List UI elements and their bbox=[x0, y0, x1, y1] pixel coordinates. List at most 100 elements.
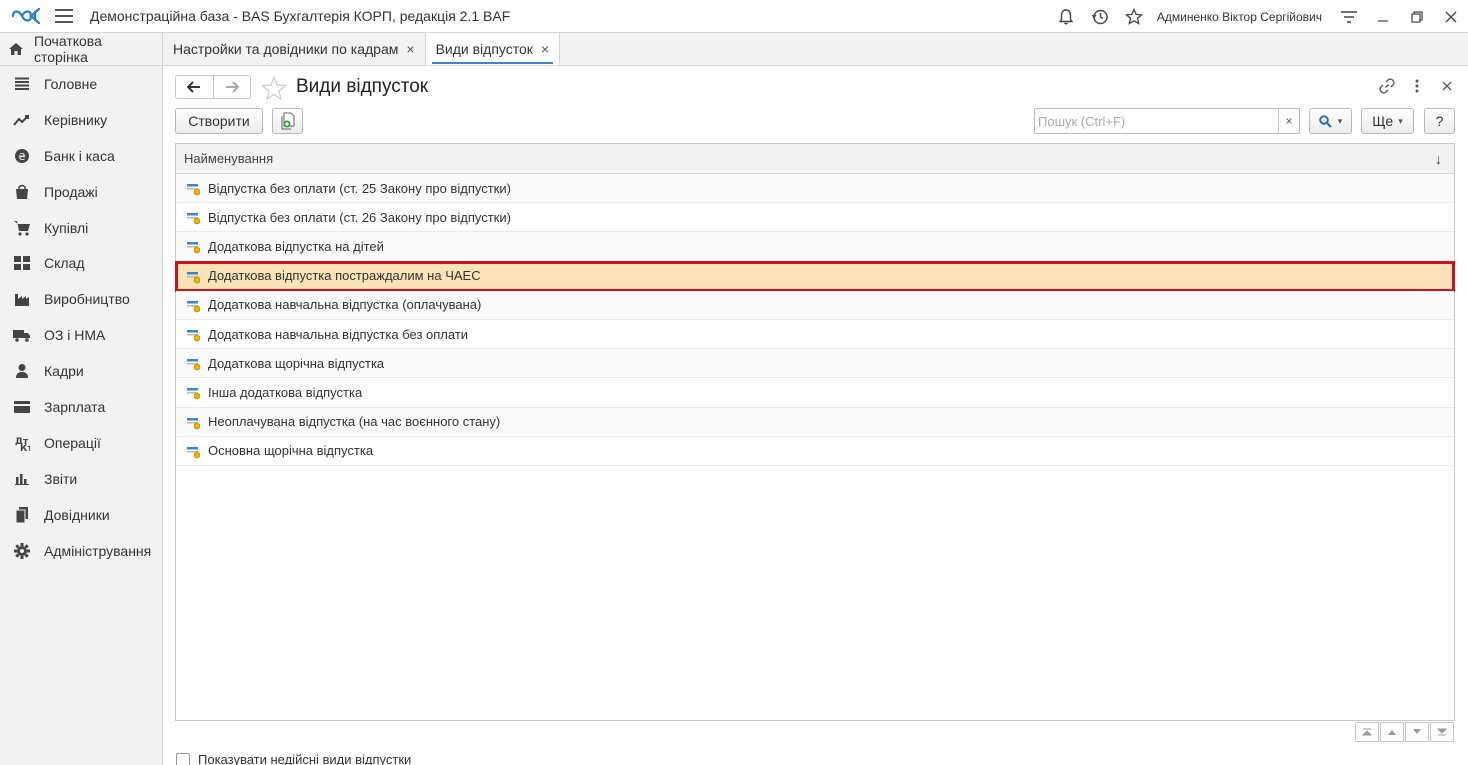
sidebar-item-hr[interactable]: Кадри bbox=[0, 353, 162, 389]
row-name: Відпустка без оплати (ст. 26 Закону про … bbox=[208, 209, 511, 225]
table-row[interactable]: Додаткова щорічна відпустка bbox=[176, 349, 1454, 379]
main-menu-icon[interactable] bbox=[55, 9, 73, 23]
minimize-icon[interactable] bbox=[1366, 0, 1400, 33]
table-row[interactable]: Додаткова навчальна відпустка без оплати bbox=[176, 320, 1454, 350]
tab-label: Настройки та довідники по кадрам bbox=[173, 41, 399, 57]
catalog-item-icon bbox=[187, 417, 201, 429]
catalog-item-icon bbox=[187, 330, 201, 342]
tab-label: Початкова сторінка bbox=[34, 33, 102, 65]
bell-icon[interactable] bbox=[1055, 6, 1077, 28]
search-button[interactable]: ▾ bbox=[1309, 108, 1352, 134]
sidebar-item-label: Адміністрування bbox=[44, 542, 152, 559]
more-actions-icon[interactable] bbox=[1404, 75, 1430, 97]
tab-home[interactable]: Початкова сторінка bbox=[0, 33, 163, 65]
gear-icon bbox=[13, 542, 31, 560]
close-tab-icon[interactable]: × bbox=[406, 41, 414, 57]
table-row[interactable]: Додаткова відпустка на дітей bbox=[176, 232, 1454, 262]
factory-icon bbox=[13, 290, 31, 308]
link-icon[interactable] bbox=[1374, 75, 1400, 97]
sidebar-item-administration[interactable]: Адміністрування bbox=[0, 533, 162, 569]
sidebar-item-warehouse[interactable]: Склад bbox=[0, 245, 162, 281]
sidebar-item-label: Купівлі bbox=[44, 219, 89, 236]
sidebar-item-manager[interactable]: Керівнику bbox=[0, 102, 162, 138]
row-name: Відпустка без оплати (ст. 25 Закону про … bbox=[208, 180, 511, 196]
tabs-bar: Початкова сторінка Настройки та довідник… bbox=[0, 33, 1468, 66]
tab-hr-settings[interactable]: Настройки та довідники по кадрам × bbox=[163, 33, 426, 65]
bas-logo-icon[interactable] bbox=[11, 6, 41, 26]
table-body: Відпустка без оплати (ст. 25 Закону про … bbox=[175, 174, 1455, 466]
svg-text:₴: ₴ bbox=[18, 152, 26, 163]
close-form-icon[interactable] bbox=[1434, 75, 1460, 97]
sidebar: Головне Керівнику ₴ Банк і каса Продажі … bbox=[0, 66, 163, 765]
show-invalid-label[interactable]: Показувати недійсні види відпустки bbox=[198, 752, 411, 765]
scroll-to-top-button[interactable] bbox=[1355, 722, 1379, 742]
sidebar-item-label: Довідники bbox=[44, 506, 110, 523]
clear-search-button[interactable]: × bbox=[1278, 109, 1299, 133]
sidebar-item-purchases[interactable]: Купівлі bbox=[0, 210, 162, 246]
help-button[interactable]: ? bbox=[1424, 108, 1455, 134]
table-row[interactable]: Інша додаткова відпустка bbox=[176, 378, 1454, 408]
sidebar-item-production[interactable]: Виробництво bbox=[0, 281, 162, 317]
show-invalid-checkbox[interactable] bbox=[176, 752, 190, 765]
sidebar-item-reports[interactable]: Звіти bbox=[0, 461, 162, 497]
settings-menu-icon[interactable] bbox=[1338, 6, 1360, 28]
operations-icon: Дт Кт bbox=[13, 434, 31, 452]
row-name: Інша додаткова відпустка bbox=[208, 384, 363, 400]
restore-icon[interactable] bbox=[1400, 0, 1434, 33]
close-tab-icon[interactable]: × bbox=[541, 41, 549, 57]
row-name: Додаткова навчальна відпустка (оплачуван… bbox=[208, 297, 482, 313]
table-row[interactable]: Додаткова навчальна відпустка (оплачуван… bbox=[176, 290, 1454, 320]
sidebar-item-operations[interactable]: Дт Кт Операції bbox=[0, 425, 162, 461]
scroll-to-bottom-button[interactable] bbox=[1430, 722, 1454, 742]
grid-icon bbox=[13, 254, 31, 272]
page-title: Види відпусток bbox=[296, 76, 429, 97]
search-input[interactable] bbox=[1035, 109, 1278, 133]
copy-button[interactable] bbox=[272, 108, 303, 134]
app-title: Демонстраційна база - BAS Бухгалтерія КО… bbox=[90, 8, 511, 24]
scroll-top-icon bbox=[1362, 728, 1372, 736]
sidebar-item-label: Головне bbox=[44, 75, 98, 92]
table-row[interactable]: Відпустка без оплати (ст. 25 Закону про … bbox=[176, 174, 1454, 204]
catalog-item-icon bbox=[187, 213, 201, 225]
forward-button[interactable] bbox=[212, 76, 251, 98]
main-panel: Види відпусток Створити × ▾ Ще ▾ ? Найме… bbox=[163, 66, 1468, 765]
sidebar-item-main[interactable]: Головне bbox=[0, 66, 162, 102]
sidebar-item-label: Керівнику bbox=[44, 111, 108, 128]
sidebar-item-bank[interactable]: ₴ Банк і каса bbox=[0, 138, 162, 174]
scroll-down-button[interactable] bbox=[1405, 722, 1429, 742]
sidebar-item-sales[interactable]: Продажі bbox=[0, 174, 162, 210]
column-header-name: Найменування bbox=[184, 151, 274, 166]
table-row[interactable]: Неоплачувана відпустка (на час воєнного … bbox=[176, 407, 1454, 437]
table-header[interactable]: Найменування ↓ bbox=[176, 144, 1454, 174]
table-row-selected[interactable]: Додаткова відпустка постраждалим на ЧАЕС bbox=[175, 260, 1455, 292]
close-window-icon[interactable] bbox=[1434, 0, 1468, 33]
favorites-star-icon[interactable] bbox=[1123, 6, 1145, 28]
row-name: Неоплачувана відпустка (на час воєнного … bbox=[208, 414, 501, 430]
scroll-up-icon bbox=[1388, 730, 1396, 735]
coin-icon: ₴ bbox=[13, 147, 31, 165]
scroll-up-button[interactable] bbox=[1380, 722, 1404, 742]
history-icon[interactable] bbox=[1089, 6, 1111, 28]
back-button[interactable] bbox=[176, 76, 213, 98]
bar-chart-icon bbox=[13, 470, 31, 488]
tab-label: Види відпусток bbox=[435, 41, 533, 57]
add-to-favorites-star-icon[interactable] bbox=[260, 75, 288, 101]
sidebar-item-label: Звіти bbox=[44, 470, 78, 487]
catalog-item-icon bbox=[187, 446, 201, 459]
user-name[interactable]: Админенко Віктор Сергійович bbox=[1157, 10, 1322, 24]
list-scroll-buttons bbox=[1354, 722, 1454, 742]
catalog-item-icon bbox=[187, 242, 201, 254]
table-row[interactable]: Відпустка без оплати (ст. 26 Закону про … bbox=[176, 203, 1454, 233]
create-button[interactable]: Створити bbox=[175, 108, 263, 134]
more-button[interactable]: Ще ▾ bbox=[1361, 108, 1414, 134]
sidebar-item-label: Зарплата bbox=[44, 398, 106, 415]
sidebar-item-label: Кадри bbox=[44, 363, 84, 380]
table-row[interactable]: Основна щорічна відпустка bbox=[176, 437, 1454, 466]
scroll-bottom-icon bbox=[1437, 728, 1447, 736]
catalog-item-icon bbox=[187, 388, 201, 400]
sidebar-item-fixed-assets[interactable]: ОЗ і НМА bbox=[0, 317, 162, 353]
sidebar-item-directories[interactable]: Довідники bbox=[0, 497, 162, 533]
show-invalid-option: Показувати недійсні види відпустки bbox=[176, 752, 411, 765]
sidebar-item-salary[interactable]: Зарплата bbox=[0, 389, 162, 425]
tab-vacation-types[interactable]: Види відпусток × bbox=[425, 33, 561, 65]
